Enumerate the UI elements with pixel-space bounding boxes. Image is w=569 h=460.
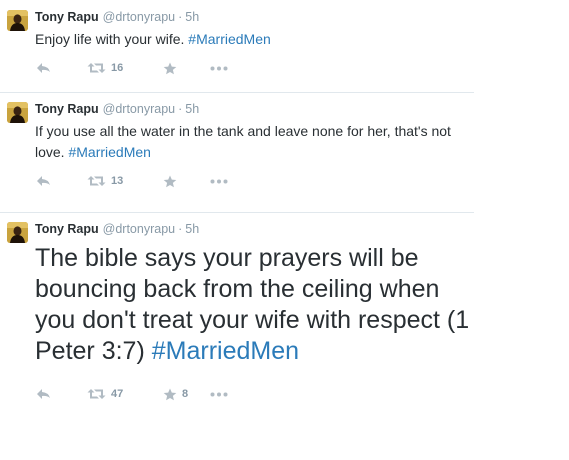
tweet-timeline: Tony Rapu @drtonyrapu · 5h Enjoy life with … (0, 0, 569, 460)
reply-button[interactable] (36, 172, 51, 190)
avatar[interactable] (7, 222, 28, 243)
tweet-text: The bible says your prayers will be boun… (35, 243, 475, 367)
retweet-icon (87, 62, 106, 74)
separator: · (178, 102, 183, 116)
retweet-count: 13 (111, 175, 124, 187)
tweet[interactable]: Tony Rapu @drtonyrapu · 5h Enjoy life with … (0, 0, 474, 93)
hashtag-link[interactable]: #MarriedMen (188, 31, 270, 47)
more-button[interactable] (210, 59, 228, 77)
favorite-button[interactable]: 8 (163, 385, 188, 403)
tweet-text: Enjoy life with your wife. #MarriedMen (35, 29, 465, 50)
hashtag-link[interactable]: #MarriedMen (152, 337, 299, 365)
more-icon (210, 179, 228, 184)
tweet-actions: 13 (36, 172, 276, 190)
more-icon (210, 392, 228, 397)
avatar[interactable] (7, 10, 28, 31)
tweet-actions: 47 8 (36, 385, 276, 403)
tweet-text: If you use all the water in the tank and… (35, 121, 465, 163)
more-button[interactable] (210, 385, 228, 403)
reply-icon (36, 62, 51, 74)
favorite-count: 8 (182, 388, 189, 400)
separator: · (178, 222, 183, 236)
tweet-timestamp[interactable]: 5h (185, 222, 199, 236)
retweet-count: 16 (111, 62, 124, 74)
more-button[interactable] (210, 172, 228, 190)
author-name[interactable]: Tony Rapu (35, 102, 99, 116)
retweet-button[interactable]: 47 (87, 385, 123, 403)
retweet-icon (87, 175, 106, 187)
tweet-timestamp[interactable]: 5h (185, 10, 199, 24)
more-icon (210, 66, 228, 71)
tweet[interactable]: Tony Rapu @drtonyrapu · 5h The bible says y… (0, 212, 474, 460)
star-icon (163, 175, 177, 188)
tweet-header: Tony Rapu @drtonyrapu · 5h (35, 101, 199, 117)
retweet-button[interactable]: 16 (87, 59, 123, 77)
favorite-button[interactable] (163, 59, 182, 77)
author-handle[interactable]: @drtonyrapu (103, 222, 175, 236)
reply-icon (36, 388, 51, 400)
retweet-icon (87, 388, 106, 400)
tweet-actions: 16 (36, 59, 276, 77)
retweet-count: 47 (111, 388, 124, 400)
author-name[interactable]: Tony Rapu (35, 222, 99, 236)
tweet[interactable]: Tony Rapu @drtonyrapu · 5h If you use all t… (0, 92, 474, 213)
star-icon (163, 388, 177, 401)
hashtag-link[interactable]: #MarriedMen (68, 144, 150, 160)
reply-button[interactable] (36, 59, 51, 77)
tweet-body: Enjoy life with your wife. (35, 31, 185, 47)
star-icon (163, 62, 177, 75)
favorite-button[interactable] (163, 172, 182, 190)
author-name[interactable]: Tony Rapu (35, 10, 99, 24)
tweet-timestamp[interactable]: 5h (185, 102, 199, 116)
tweet-header: Tony Rapu @drtonyrapu · 5h (35, 9, 199, 25)
author-handle[interactable]: @drtonyrapu (103, 102, 175, 116)
reply-icon (36, 175, 51, 187)
reply-button[interactable] (36, 385, 51, 403)
separator: · (178, 10, 183, 24)
avatar[interactable] (7, 102, 28, 123)
author-handle[interactable]: @drtonyrapu (103, 10, 175, 24)
tweet-header: Tony Rapu @drtonyrapu · 5h (35, 221, 199, 237)
retweet-button[interactable]: 13 (87, 172, 123, 190)
